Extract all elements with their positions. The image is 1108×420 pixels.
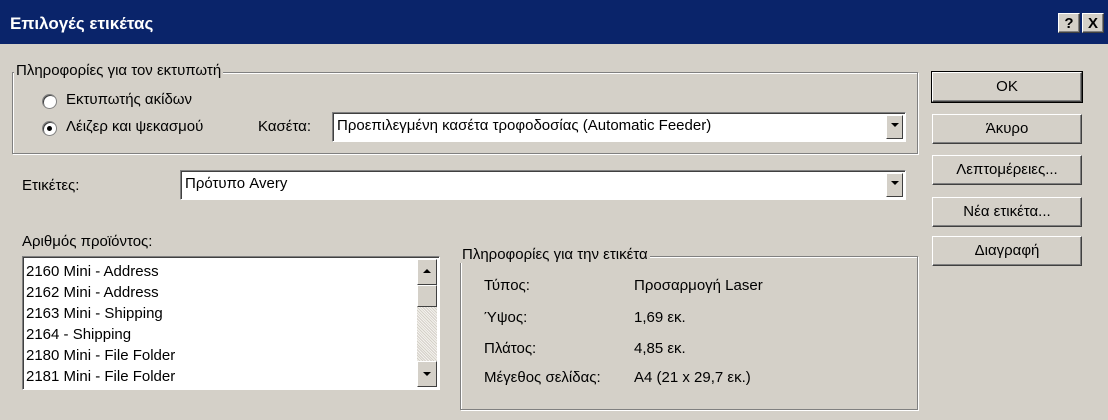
scroll-down-button[interactable] <box>417 361 437 387</box>
scroll-thumb[interactable] <box>417 285 437 307</box>
delete-button[interactable]: Διαγραφή <box>932 236 1082 266</box>
title-bar: Επιλογές ετικέτας ? X <box>0 0 1108 44</box>
radio-dot-matrix[interactable] <box>42 94 57 109</box>
arrow-up-icon <box>423 269 431 273</box>
page-size-value: A4 (21 x 29,7 εκ.) <box>634 369 751 386</box>
tray-dropdown-value: Προεπιλεγμένη κασέτα τροφοδοσίας (Automa… <box>337 117 712 134</box>
tray-dropdown-arrow[interactable] <box>886 115 903 139</box>
product-number-list[interactable]: 2160 Mini - Address 2162 Mini - Address … <box>22 256 440 390</box>
type-value: Προσαρμογή Laser <box>634 277 763 294</box>
new-label-button[interactable]: Νέα ετικέτα... <box>932 197 1082 227</box>
page-size-label: Μέγεθος σελίδας: <box>484 369 601 386</box>
cancel-button[interactable]: Άκυρο <box>932 114 1082 144</box>
radio-laser[interactable] <box>42 121 57 136</box>
width-value: 4,85 εκ. <box>634 340 686 357</box>
list-item[interactable]: 2164 - Shipping <box>26 324 415 345</box>
chevron-down-icon <box>891 181 899 185</box>
ok-button[interactable]: OK <box>931 71 1083 103</box>
list-item[interactable]: 2163 Mini - Shipping <box>26 303 415 324</box>
list-item[interactable]: 2162 Mini - Address <box>26 282 415 303</box>
printer-info-group-label: Πληροφορίες για τον εκτυπωτή <box>14 62 224 79</box>
tray-dropdown[interactable]: Προεπιλεγμένη κασέτα τροφοδοσίας (Automa… <box>332 112 906 142</box>
radio-dot-matrix-label[interactable]: Εκτυπωτής ακίδων <box>66 91 192 108</box>
radio-laser-label[interactable]: Λέιζερ και ψεκασμού <box>66 118 203 135</box>
labels-dropdown[interactable]: Πρότυπο Avery <box>180 170 906 200</box>
chevron-down-icon <box>891 123 899 127</box>
width-label: Πλάτος: <box>484 340 537 357</box>
help-button[interactable]: ? <box>1058 13 1080 33</box>
radio-selected-dot <box>47 126 52 131</box>
labels-label: Ετικέτες: <box>22 177 80 194</box>
scroll-up-button[interactable] <box>417 259 437 285</box>
list-scrollbar[interactable] <box>417 259 437 387</box>
list-item[interactable]: 2181 Mini - File Folder <box>26 366 415 387</box>
type-label: Τύπος: <box>484 277 530 294</box>
labels-dropdown-arrow[interactable] <box>886 173 903 197</box>
product-number-label: Αριθμός προϊόντος: <box>22 233 153 250</box>
height-label: Ύψος: <box>484 309 528 326</box>
list-item[interactable]: 2180 Mini - File Folder <box>26 345 415 366</box>
details-button[interactable]: Λεπτομέρειες... <box>932 155 1082 185</box>
height-value: 1,69 εκ. <box>634 309 686 326</box>
label-info-group-label: Πληροφορίες για την ετικέτα <box>460 246 650 263</box>
labels-dropdown-value: Πρότυπο Avery <box>185 175 288 192</box>
close-button[interactable]: X <box>1082 13 1104 33</box>
arrow-down-icon <box>423 372 431 376</box>
window-title: Επιλογές ετικέτας <box>10 14 154 33</box>
list-item[interactable]: 2160 Mini - Address <box>26 261 415 282</box>
tray-label: Κασέτα: <box>258 118 311 135</box>
